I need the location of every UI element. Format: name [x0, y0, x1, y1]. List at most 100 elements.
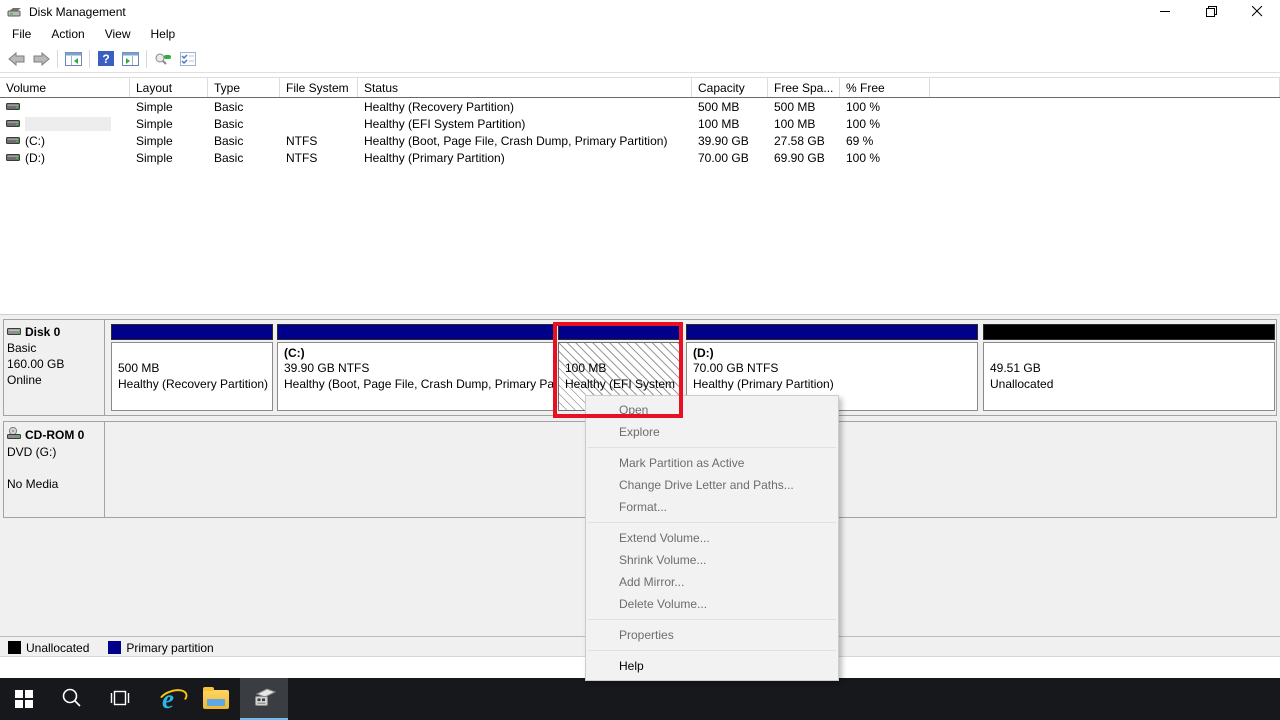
volume-list-pane: Volume Layout Type File System Status Ca… [0, 73, 1280, 314]
table-row-recovery[interactable]: Simple Basic Healthy (Recovery Partition… [0, 98, 1280, 115]
menu-item-help[interactable]: Help [586, 655, 838, 677]
volume-icon [6, 134, 20, 148]
disk0-label-panel[interactable]: Disk 0 Basic 160.00 GB Online [4, 320, 105, 415]
partition-status: Unallocated [990, 377, 1268, 393]
header-free-space[interactable]: Free Spa... [768, 78, 840, 97]
menu-item-shrink-volume[interactable]: Shrink Volume... [586, 549, 838, 571]
legend-label-primary: Primary partition [126, 641, 213, 655]
partition-status: Healthy (Boot, Page File, Crash Dump, Pr… [284, 377, 548, 393]
disk0-type: Basic [7, 341, 101, 355]
disk-icon [7, 325, 22, 339]
cell-pct-free: 100 % [840, 151, 930, 165]
back-icon[interactable] [4, 48, 29, 70]
header-type[interactable]: Type [208, 78, 280, 97]
search-button[interactable] [48, 678, 96, 720]
cell-type: Basic [208, 134, 280, 148]
cell-status: Healthy (Primary Partition) [358, 151, 692, 165]
search-icon [61, 687, 83, 712]
cdrom-icon [7, 427, 22, 443]
menu-separator [588, 447, 836, 448]
partition-title [118, 346, 266, 361]
partition-recovery[interactable]: 500 MB Healthy (Recovery Partition) [111, 320, 273, 415]
menu-item-properties[interactable]: Properties [586, 624, 838, 646]
refresh-icon[interactable] [150, 48, 175, 70]
file-explorer-button[interactable] [192, 678, 240, 720]
table-row-d-drive[interactable]: (D:) Simple Basic NTFS Healthy (Primary … [0, 149, 1280, 166]
partition-c[interactable]: (C:) 39.90 GB NTFS Healthy (Boot, Page F… [277, 320, 555, 415]
menu-file[interactable]: File [2, 24, 41, 44]
menu-action[interactable]: Action [41, 24, 94, 44]
menu-item-add-mirror[interactable]: Add Mirror... [586, 571, 838, 593]
cell-capacity: 70.00 GB [692, 151, 768, 165]
cell-free-space: 69.90 GB [768, 151, 840, 165]
cell-type: Basic [208, 100, 280, 114]
menu-item-explore[interactable]: Explore [586, 421, 838, 443]
volume-icon [6, 117, 20, 131]
disk-management-icon [250, 686, 278, 713]
start-button[interactable] [0, 678, 48, 720]
cell-status: Healthy (EFI System Partition) [358, 117, 692, 131]
disk0-status: Online [7, 373, 101, 387]
disk-management-taskbar-button[interactable] [240, 678, 288, 720]
volume-icon [6, 151, 20, 165]
menu-item-extend-volume[interactable]: Extend Volume... [586, 527, 838, 549]
show-console-tree-icon[interactable] [61, 48, 86, 70]
cell-file-system: NTFS [280, 151, 358, 165]
menu-help[interactable]: Help [141, 24, 186, 44]
help-icon[interactable]: ? [93, 48, 118, 70]
cdrom0-name: CD-ROM 0 [25, 428, 84, 442]
volume-name: (C:) [25, 134, 45, 148]
volume-icon [6, 100, 20, 114]
cell-capacity: 39.90 GB [692, 134, 768, 148]
cell-pct-free: 100 % [840, 117, 930, 131]
cell-file-system: NTFS [280, 134, 358, 148]
internet-explorer-icon: e [162, 689, 174, 709]
forward-icon[interactable] [29, 48, 54, 70]
header-pct-free[interactable]: % Free [840, 78, 930, 97]
table-row-efi-selected[interactable]: Simple Basic Healthy (EFI System Partiti… [0, 115, 1280, 132]
checklist-icon[interactable] [175, 48, 200, 70]
menu-item-change-drive-letter[interactable]: Change Drive Letter and Paths... [586, 474, 838, 496]
selection-ring [553, 322, 683, 418]
header-volume[interactable]: Volume [0, 78, 130, 97]
partition-color-strip [277, 324, 555, 340]
cell-layout: Simple [130, 117, 208, 131]
header-file-system[interactable]: File System [280, 78, 358, 97]
partition-status: Healthy (Recovery Partition) [118, 377, 266, 393]
cdrom0-label-panel[interactable]: CD-ROM 0 DVD (G:) No Media [4, 422, 105, 517]
partition-size: 49.51 GB [990, 361, 1268, 377]
header-capacity[interactable]: Capacity [692, 78, 768, 97]
menu-item-delete-volume[interactable]: Delete Volume... [586, 593, 838, 615]
internet-explorer-button[interactable]: e [144, 678, 192, 720]
cell-capacity: 500 MB [692, 100, 768, 114]
task-view-button[interactable] [96, 678, 144, 720]
cdrom0-status: No Media [7, 477, 101, 491]
selection-highlight [25, 117, 111, 131]
disk0-size: 160.00 GB [7, 357, 101, 371]
restore-button[interactable] [1188, 0, 1234, 23]
partition-unallocated[interactable]: 49.51 GB Unallocated [983, 320, 1275, 415]
partition-color-strip [686, 324, 978, 340]
volume-name: (D:) [25, 151, 45, 165]
cell-type: Basic [208, 151, 280, 165]
close-button[interactable] [1234, 0, 1280, 23]
partition-color-strip [111, 324, 273, 340]
task-view-icon [108, 689, 132, 710]
cell-free-space: 500 MB [768, 100, 840, 114]
cdrom0-media: DVD (G:) [7, 445, 101, 459]
partition-color-strip [983, 324, 1275, 340]
header-layout[interactable]: Layout [130, 78, 208, 97]
menu-item-format[interactable]: Format... [586, 496, 838, 518]
context-menu: Open Explore Mark Partition as Active Ch… [585, 395, 839, 681]
menu-view[interactable]: View [95, 24, 141, 44]
legend-label-unallocated: Unallocated [26, 641, 89, 655]
show-action-pane-icon[interactable] [118, 48, 143, 70]
toolbar: ? [0, 45, 1280, 73]
header-status[interactable]: Status [358, 78, 692, 97]
table-row-c-drive[interactable]: (C:) Simple Basic NTFS Healthy (Boot, Pa… [0, 132, 1280, 149]
minimize-button[interactable] [1142, 0, 1188, 23]
menu-item-mark-partition-active[interactable]: Mark Partition as Active [586, 452, 838, 474]
cell-status: Healthy (Recovery Partition) [358, 100, 692, 114]
cell-layout: Simple [130, 100, 208, 114]
cell-capacity: 100 MB [692, 117, 768, 131]
